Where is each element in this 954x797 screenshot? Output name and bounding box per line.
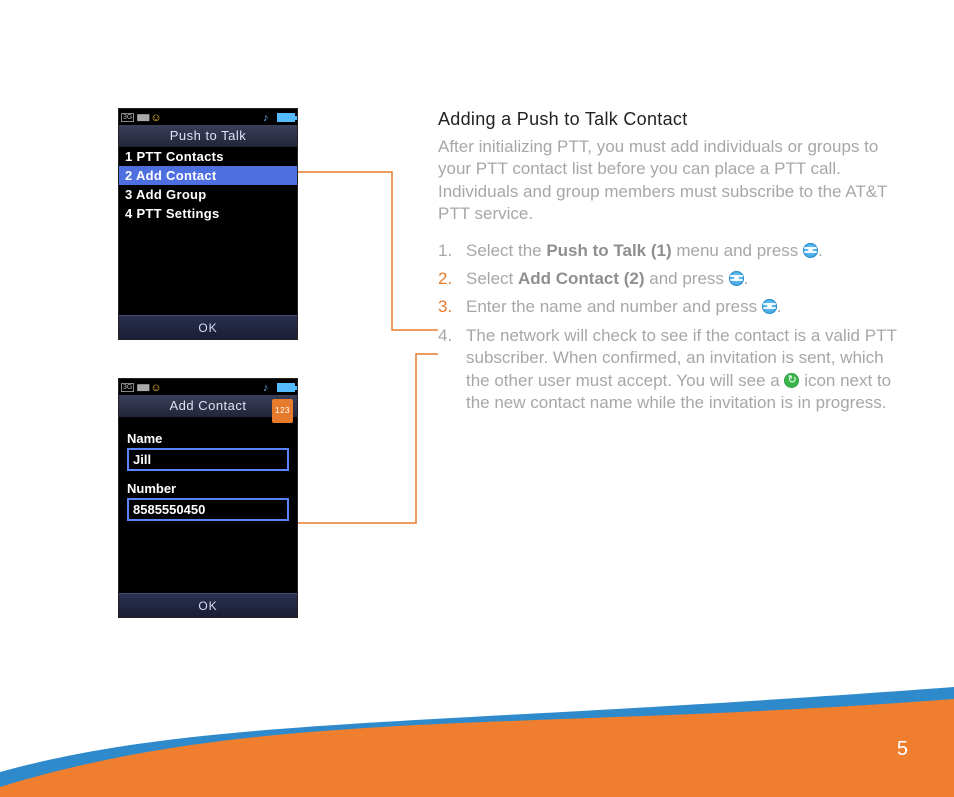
step-text: Enter the name and number and press [466, 297, 762, 316]
menu-item-num: 2 [125, 168, 133, 183]
form-body: Name Jill Number 8585550450 [119, 417, 297, 593]
number-label: Number [127, 481, 289, 496]
step-text: Select [466, 269, 518, 288]
signal-bars-icon [136, 382, 148, 392]
menu-item-ptt-contacts: 1 PTT Contacts [119, 147, 297, 166]
smiley-icon [150, 112, 162, 122]
music-icon [263, 112, 275, 122]
step-text: and press [645, 269, 729, 288]
step-number: 4. [438, 325, 452, 347]
page-number: 5 [897, 738, 908, 761]
menu-item-num: 1 [125, 149, 133, 164]
att-globe-icon [762, 299, 777, 314]
menu-item-num: 4 [125, 206, 133, 221]
step-text: . [818, 241, 823, 260]
intro-paragraph: After initializing PTT, you must add ind… [438, 136, 906, 226]
battery-icon [277, 383, 295, 392]
screen-title: Push to Talk [119, 125, 297, 147]
att-globe-icon [729, 271, 744, 286]
step-text: . [777, 297, 782, 316]
menu-list: 1 PTT Contacts 2 Add Contact 3 Add Group… [119, 147, 297, 315]
step-bold: Add Contact (2) [518, 269, 645, 288]
network-3g-icon: 3G [121, 383, 134, 392]
menu-item-label: PTT Settings [136, 206, 219, 221]
menu-item-label: Add Contact [136, 168, 217, 183]
att-globe-icon [803, 243, 818, 258]
network-3g-icon: 3G [121, 113, 134, 122]
step-3: 3. Enter the name and number and press . [438, 296, 906, 318]
menu-item-num: 3 [125, 187, 133, 202]
number-field: 8585550450 [127, 498, 289, 521]
step-2: 2. Select Add Contact (2) and press . [438, 268, 906, 290]
footer-swoosh [0, 677, 954, 797]
smiley-icon [150, 382, 162, 392]
input-mode-badge: 123 [272, 399, 293, 423]
step-bold: Push to Talk (1) [546, 241, 671, 260]
status-bar: 3G [119, 109, 297, 125]
step-text: Select the [466, 241, 546, 260]
title-text: Add Contact [169, 398, 246, 413]
menu-item-label: Add Group [136, 187, 207, 202]
refresh-icon [784, 373, 799, 388]
step-1: 1. Select the Push to Talk (1) menu and … [438, 240, 906, 262]
step-number: 3. [438, 296, 452, 318]
screenshot-add-contact-form: 3G Add Contact 123 Name Jill Number 8585… [118, 378, 298, 618]
steps-list: 1. Select the Push to Talk (1) menu and … [438, 240, 906, 415]
screenshot-push-to-talk-menu: 3G Push to Talk 1 PTT Contacts 2 Add Con… [118, 108, 298, 340]
menu-item-add-contact: 2 Add Contact [119, 166, 297, 185]
softkey-ok: OK [119, 593, 297, 617]
section-heading: Adding a Push to Talk Contact [438, 108, 906, 132]
signal-bars-icon [136, 112, 148, 122]
menu-item-ptt-settings: 4 PTT Settings [119, 204, 297, 223]
status-bar: 3G [119, 379, 297, 395]
step-number: 1. [438, 240, 452, 262]
battery-icon [277, 113, 295, 122]
step-4: 4. The network will check to see if the … [438, 325, 906, 415]
name-label: Name [127, 431, 289, 446]
softkey-ok: OK [119, 315, 297, 339]
screen-title: Add Contact 123 [119, 395, 297, 417]
menu-item-add-group: 3 Add Group [119, 185, 297, 204]
step-text: menu and press [672, 241, 803, 260]
music-icon [263, 382, 275, 392]
step-text: . [744, 269, 749, 288]
menu-item-label: PTT Contacts [136, 149, 223, 164]
step-number: 2. [438, 268, 452, 290]
instruction-content: Adding a Push to Talk Contact After init… [438, 108, 906, 421]
name-field: Jill [127, 448, 289, 471]
